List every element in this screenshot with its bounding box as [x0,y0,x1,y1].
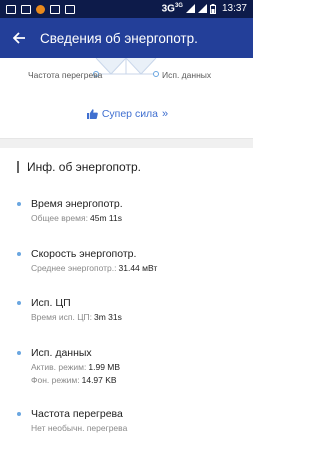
section-divider [0,138,253,148]
gallery-icon [50,4,60,14]
radar-label-overheat: Частота перегрева [28,70,103,80]
item-row: Среднее энергопотр.: 31.44 мВт [31,263,158,273]
super-power-label: Супер сила [101,108,159,120]
app-bar: Сведения об энергопотр. [0,18,253,58]
battery-icon [209,3,216,14]
item-title: Скорость энергопотр. [31,248,137,260]
bullet-icon [17,202,21,206]
item-title: Частота перегрева [31,408,123,420]
chevron-double-right-icon: » [162,108,168,120]
app-icon [36,4,45,14]
item-row: Актив. режим: 1.99 MB [31,362,121,372]
item-title: Время энергопотр. [31,198,123,210]
radar-point-right [153,71,159,77]
item-title: Исп. ЦП [31,297,71,309]
section-title: Инф. об энергопотр. [27,160,141,174]
activity-icon [21,4,31,14]
item-row: Нет необычн. перегрева [31,423,128,433]
page-title: Сведения об энергопотр. [40,30,198,46]
bullet-icon [17,351,21,355]
clipboard-icon [65,4,75,14]
radar-chart: Частота перегрева Исп. данных [0,58,253,90]
item-title: Исп. данных [31,347,92,359]
clock: 13:37 [221,3,247,15]
bullet-icon [17,252,21,256]
bullet-icon [17,301,21,305]
bullet-icon [17,412,21,416]
arrow-left-icon [12,32,25,44]
status-bar: 3G3G 13:37 [0,0,253,18]
signal-icon-2 [197,4,207,14]
item-row: Общее время: 45m 11s [31,213,122,223]
back-button[interactable] [0,18,38,58]
super-power-button[interactable]: Супер сила » [0,108,253,120]
signal-icon [185,4,195,14]
section-marker [17,161,19,173]
email-icon [6,4,16,14]
item-row: Время исп. ЦП: 3m 31s [31,312,122,322]
section-header: Инф. об энергопотр. [17,160,141,174]
item-row: Фон. режим: 14.97 KB [31,375,117,385]
network-indicator: 3G3G [161,3,183,15]
thumbs-up-icon [86,109,98,119]
radar-label-data: Исп. данных [162,70,212,80]
